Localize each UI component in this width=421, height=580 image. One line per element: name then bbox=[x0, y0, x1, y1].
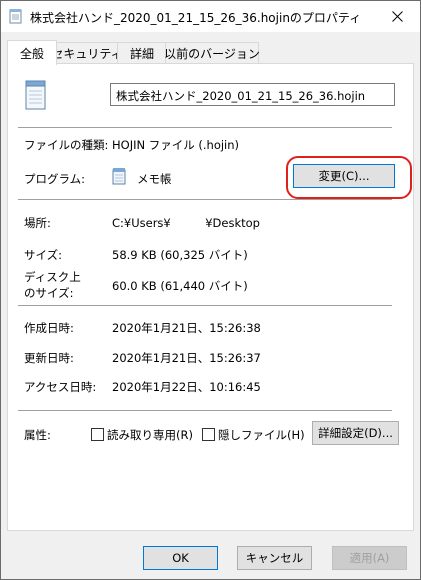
divider bbox=[18, 305, 392, 306]
advanced-button-label: 詳細設定(D)... bbox=[318, 426, 393, 440]
file-name-field[interactable]: 株式会社ハンド_2020_01_21_15_26_36.hojin bbox=[110, 83, 395, 106]
readonly-checkbox[interactable] bbox=[91, 428, 104, 441]
modified-value: 2020年1月21日、15:26:37 bbox=[112, 351, 261, 365]
properties-dialog: 株式会社ハンド_2020_01_21_15_26_36.hojinのプロパティ … bbox=[0, 0, 421, 580]
apply-button[interactable]: 適用(A) bbox=[332, 546, 407, 570]
close-icon bbox=[391, 11, 403, 22]
change-program-button[interactable]: 変更(C)... bbox=[293, 164, 395, 188]
created-label: 作成日時: bbox=[24, 321, 74, 335]
divider bbox=[18, 410, 392, 411]
disk-size-value: 60.0 KB (61,440 バイト) bbox=[112, 279, 248, 293]
apply-button-label: 適用(A) bbox=[349, 551, 390, 565]
hidden-checkbox[interactable] bbox=[202, 428, 215, 441]
size-label: サイズ: bbox=[24, 248, 63, 262]
created-value: 2020年1月21日、15:26:38 bbox=[112, 321, 261, 335]
attributes-label: 属性: bbox=[24, 428, 51, 442]
program-value: メモ帳 bbox=[137, 172, 172, 186]
file-name-value: 株式会社ハンド_2020_01_21_15_26_36.hojin bbox=[116, 89, 366, 103]
disk-size-label-line2: のサイズ: bbox=[24, 286, 74, 300]
tab-details[interactable]: 詳細 bbox=[117, 42, 167, 63]
title-bar[interactable]: 株式会社ハンド_2020_01_21_15_26_36.hojinのプロパティ bbox=[1, 1, 420, 32]
location-label: 場所: bbox=[24, 216, 51, 230]
tab-details-label: 詳細 bbox=[129, 46, 154, 61]
size-value: 58.9 KB (60,325 バイト) bbox=[112, 248, 248, 262]
readonly-checkbox-label[interactable]: 読み取り専用(R) bbox=[107, 427, 193, 443]
hidden-checkbox-label[interactable]: 隠しファイル(H) bbox=[218, 427, 305, 443]
tab-previous-versions-label: 以前のバージョン bbox=[164, 46, 260, 61]
ok-button-label: OK bbox=[172, 551, 189, 565]
divider bbox=[18, 199, 392, 200]
tab-security-label: セキュリティ bbox=[51, 46, 123, 61]
notepad-icon bbox=[112, 168, 126, 185]
accessed-value: 2020年1月22日、10:16:45 bbox=[112, 380, 261, 394]
tab-general[interactable]: 全般 bbox=[7, 40, 57, 65]
tab-security[interactable]: セキュリティ bbox=[51, 42, 123, 63]
divider bbox=[18, 127, 392, 128]
cancel-button-label: キャンセル bbox=[245, 551, 304, 565]
modified-label: 更新日時: bbox=[24, 351, 74, 365]
disk-size-label-line1: ディスク上 bbox=[24, 270, 81, 284]
cancel-button[interactable]: キャンセル bbox=[237, 546, 312, 570]
file-type-value: HOJIN ファイル (.hojin) bbox=[112, 138, 240, 152]
location-value[interactable]: C:¥Users¥ ¥Desktop bbox=[112, 215, 260, 231]
ok-button[interactable]: OK bbox=[143, 546, 218, 570]
window-title: 株式会社ハンド_2020_01_21_15_26_36.hojinのプロパティ bbox=[30, 11, 362, 25]
tab-previous-versions[interactable]: 以前のバージョン bbox=[164, 42, 260, 63]
program-label: プログラム: bbox=[24, 172, 86, 186]
close-button[interactable] bbox=[374, 1, 420, 32]
file-type-label: ファイルの種類: bbox=[24, 138, 109, 152]
advanced-button[interactable]: 詳細設定(D)... bbox=[312, 421, 399, 445]
change-program-button-label: 変更(C)... bbox=[318, 169, 370, 183]
notepad-file-icon bbox=[9, 9, 22, 24]
file-icon bbox=[25, 80, 46, 110]
accessed-label: アクセス日時: bbox=[24, 380, 97, 394]
tab-general-label: 全般 bbox=[19, 46, 44, 61]
